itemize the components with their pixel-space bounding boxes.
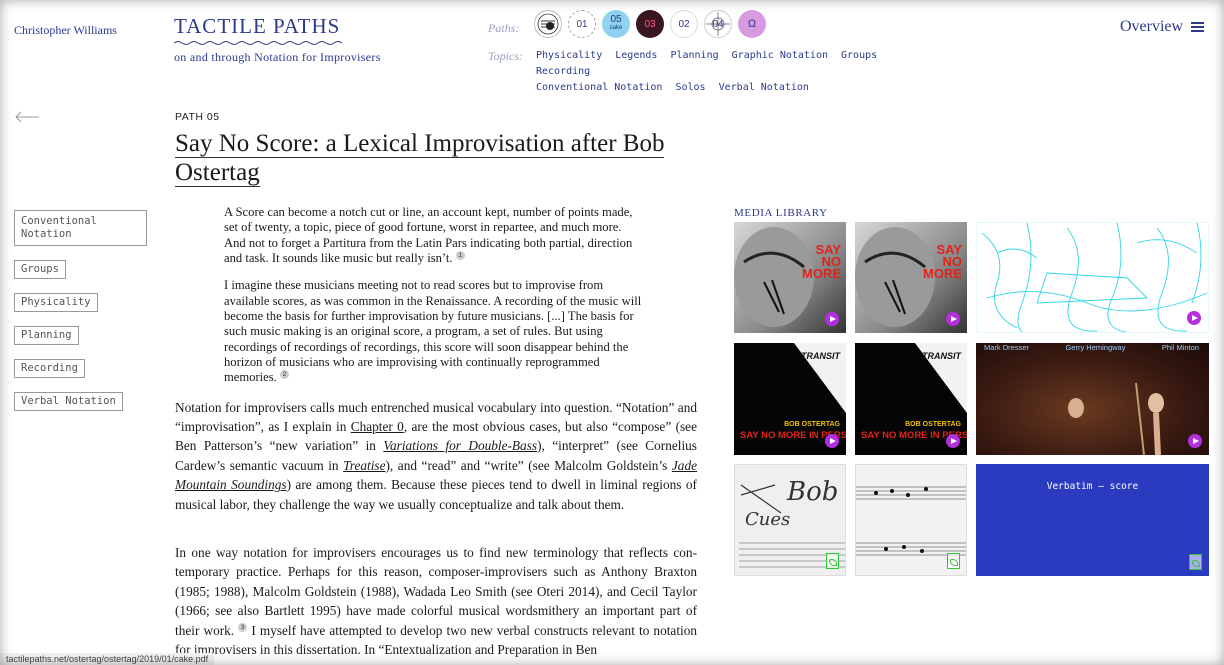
site-title: TACTILE PATHS [174, 14, 341, 38]
tag-physicality[interactable]: Physicality [14, 293, 98, 312]
topic-link[interactable]: Solos [675, 82, 705, 93]
topics-label: Topics: [488, 49, 523, 63]
play-icon[interactable] [1187, 311, 1201, 325]
path-02-icon[interactable]: 02 [670, 10, 698, 38]
topic-link[interactable]: Legends [615, 50, 657, 61]
topic-link[interactable]: Planning [670, 50, 718, 61]
path-omega-icon[interactable]: Ω [738, 10, 766, 38]
author-link[interactable]: Christopher Williams [14, 23, 117, 38]
media-album-cover[interactable]: TRANSIT BOB OSTERTAG SAY NO MORE IN PERS… [734, 343, 846, 455]
topic-link[interactable]: Graphic Notation [732, 50, 828, 61]
page-title: Say No Score: a Lexical Improvisation af… [175, 129, 697, 187]
topics-list: Physicality Legends Planning Graphic Not… [536, 48, 896, 96]
topic-link[interactable]: Physicality [536, 50, 602, 61]
media-album-cover[interactable]: TRANSIT BOB OSTERTAG SAY NO MORE IN PERS… [855, 343, 967, 455]
topic-link[interactable]: Groups [841, 50, 877, 61]
article: PATH 05 Say No Score: a Lexical Improvis… [175, 111, 697, 660]
path-01-label: 01 [576, 18, 588, 30]
footnote-marker[interactable]: 1 [455, 250, 465, 260]
paths-label: Paths: [488, 21, 520, 35]
path-00-graphic [537, 13, 559, 35]
path-04-icon[interactable]: 04 [704, 10, 732, 38]
status-bar-url: tactilepaths.net/ostertag/ostertag/2019/… [0, 653, 215, 665]
play-icon[interactable] [825, 312, 839, 326]
tag-planning[interactable]: Planning [14, 326, 79, 345]
path-kicker: PATH 05 [175, 111, 220, 123]
footnote-marker[interactable]: 2 [279, 370, 289, 380]
topic-link[interactable]: Recording [536, 66, 590, 77]
verbatim-score-label: Verbatim – score [1046, 481, 1139, 492]
play-icon[interactable] [1188, 434, 1202, 448]
site-subtitle: on and through Notation for Improvisers [174, 50, 381, 64]
tag-conventional-notation[interactable]: Conventional Notation [14, 210, 147, 246]
media-score-image[interactable]: Bob Cues [734, 464, 846, 576]
media-album-cover[interactable]: SAY NO MORE [855, 222, 967, 333]
overview-menu-button[interactable]: Overview [1120, 18, 1205, 36]
article-body: Notation for improvisers calls much entr… [175, 398, 697, 660]
paragraph: In one way notation for improvisers enco… [175, 543, 697, 659]
paragraph: Notation for improvisers calls much entr… [175, 398, 697, 514]
performance-image [1068, 382, 1164, 455]
album-artist: BOB OSTERTAG [905, 421, 961, 428]
media-video-drawing[interactable] [976, 222, 1209, 333]
treatise-link[interactable]: Treatise [343, 458, 385, 473]
pdf-icon[interactable] [826, 553, 839, 569]
site-brand[interactable]: TACTILE PATHS on and through Notation fo… [174, 14, 381, 65]
play-icon[interactable] [825, 434, 839, 448]
text-run: ), and “read” and “write” (see Malcolm G… [385, 457, 672, 473]
topic-link[interactable]: Verbal Notation [719, 82, 809, 93]
path-05-content: 05 cake [610, 15, 623, 33]
tag-groups[interactable]: Groups [14, 260, 66, 279]
page-title-text: Say No Score: a Lexical Improvisation af… [175, 130, 665, 187]
topic-tags: Conventional Notation Groups Physicality… [14, 210, 147, 425]
media-album-cover[interactable]: SAY NO MORE [734, 222, 846, 333]
album-title: SAY NO MORE [923, 242, 962, 281]
line-drawing-image [981, 223, 1208, 332]
epigraph: A Score can become a notch cut or line, … [224, 205, 645, 386]
media-verbatim-score[interactable]: Verbatim – score [976, 464, 1209, 576]
path-03-icon[interactable]: 03 [636, 10, 664, 38]
path-05-icon[interactable]: 05 cake [602, 10, 630, 38]
media-score-image[interactable] [855, 464, 967, 576]
path-01-icon[interactable]: 01 [568, 10, 596, 38]
pdf-icon[interactable] [1189, 554, 1202, 570]
back-arrow-icon[interactable] [14, 110, 40, 124]
epigraph-2-text: I imagine these musicians meeting not to… [224, 278, 642, 385]
path-04-label: 04 [712, 18, 724, 30]
path-02-label: 02 [678, 18, 690, 30]
path-05-sub: cake [609, 25, 623, 31]
topic-link[interactable]: Conventional Notation [536, 82, 662, 93]
media-library-title: MEDIA LIBRARY [734, 207, 828, 219]
chapter-0-link[interactable]: Chapter 0 [351, 419, 404, 434]
hamburger-icon [1191, 22, 1205, 32]
epigraph-2: I imagine these musicians meeting not to… [224, 278, 645, 385]
play-icon[interactable] [946, 434, 960, 448]
footnote-marker[interactable]: 3 [238, 623, 248, 633]
epigraph-1-text: A Score can become a notch cut or line, … [224, 205, 633, 266]
path-03-label: 03 [644, 18, 656, 30]
epigraph-1: A Score can become a notch cut or line, … [224, 205, 645, 266]
path-05-label: 05 [610, 14, 622, 25]
variations-link[interactable]: Variations for Double-Bass [383, 438, 537, 453]
album-title: TRANSIT [922, 351, 961, 361]
media-performance-video[interactable]: Mark Dresser Gerry Hemingway Phil Minton [976, 343, 1209, 455]
play-icon[interactable] [946, 312, 960, 326]
tag-verbal-notation[interactable]: Verbal Notation [14, 392, 123, 411]
album-title: TRANSIT [801, 351, 840, 361]
wave-decoration [174, 41, 343, 45]
path-00-icon[interactable] [534, 10, 562, 38]
text-run: I myself have attempted to develop two n… [175, 622, 698, 658]
album-artist: BOB OSTERTAG [784, 421, 840, 428]
album-title: SAY NO MORE [802, 242, 841, 281]
overview-label: Overview [1120, 18, 1184, 35]
pdf-icon[interactable] [947, 553, 960, 569]
path-omega-label: Ω [747, 18, 757, 30]
tag-recording[interactable]: Recording [14, 359, 85, 378]
path-navigation: 01 05 cake 03 02 04 Ω [534, 10, 766, 38]
